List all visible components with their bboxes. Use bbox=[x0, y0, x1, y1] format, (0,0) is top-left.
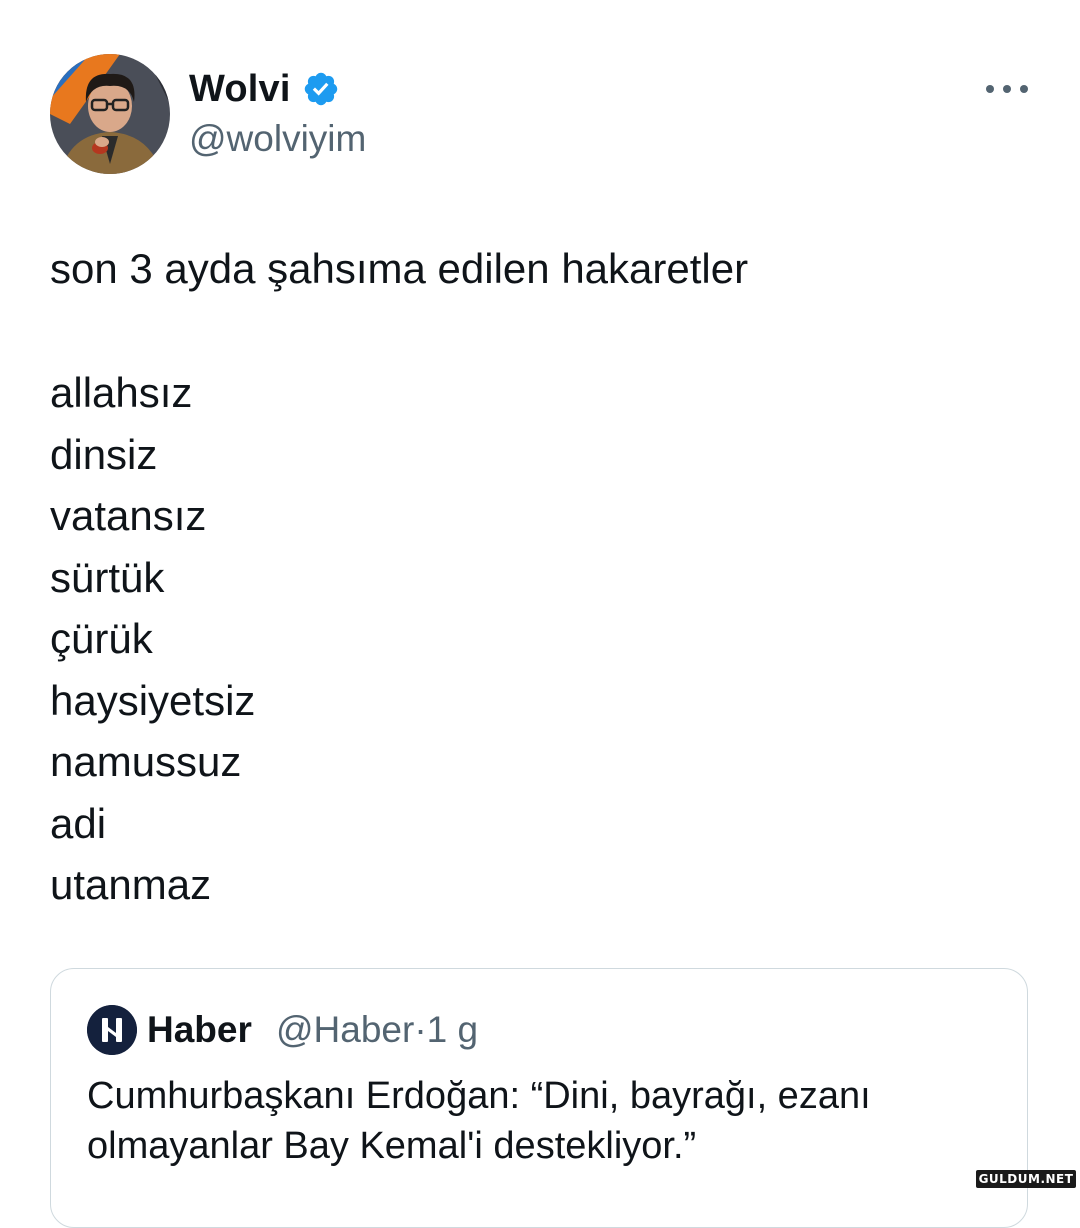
watermark: GULDUM.NET bbox=[976, 1170, 1076, 1188]
more-options-icon[interactable] bbox=[986, 80, 1028, 98]
quoted-text: Cumhurbaşkanı Erdoğan: “Dini, bayrağı, e… bbox=[87, 1075, 871, 1167]
list-item: haysiyetsiz bbox=[50, 676, 256, 724]
list-item: vatansız bbox=[50, 492, 207, 539]
insult-list: allahsız dinsiz vatansız sürtük çürük ha… bbox=[50, 362, 255, 916]
separator: · bbox=[414, 1009, 427, 1050]
dot bbox=[1003, 85, 1011, 93]
list-item: namussuz bbox=[50, 738, 242, 785]
list-item: dinsiz bbox=[50, 430, 158, 478]
quoted-meta: @Haber·1 g bbox=[276, 1007, 478, 1053]
list-item: sürtük bbox=[50, 553, 165, 601]
dot bbox=[986, 85, 994, 93]
avatar[interactable] bbox=[50, 54, 170, 174]
list-item: çürük bbox=[50, 615, 153, 662]
display-name[interactable]: Wolvi bbox=[189, 66, 291, 112]
dot bbox=[1020, 85, 1028, 93]
quoted-display-name[interactable]: Haber bbox=[147, 1007, 252, 1053]
haber-logo-icon bbox=[87, 1005, 137, 1055]
list-item: allahsız bbox=[50, 369, 193, 416]
quoted-handle[interactable]: @Haber bbox=[276, 1009, 414, 1050]
user-handle[interactable]: @wolviyim bbox=[189, 116, 366, 162]
tweet-text: son 3 ayda şahsıma edilen hakaretler bbox=[50, 245, 749, 292]
timestamp[interactable]: 1 g bbox=[427, 1009, 478, 1050]
quoted-tweet[interactable]: Haber @Haber·1 g Cumhurbaşkanı Erdoğan: … bbox=[50, 968, 1028, 1228]
list-item: utanmaz bbox=[50, 861, 212, 908]
avatar-photo bbox=[50, 54, 170, 174]
list-item: adi bbox=[50, 799, 107, 847]
verified-badge-icon bbox=[304, 72, 338, 106]
